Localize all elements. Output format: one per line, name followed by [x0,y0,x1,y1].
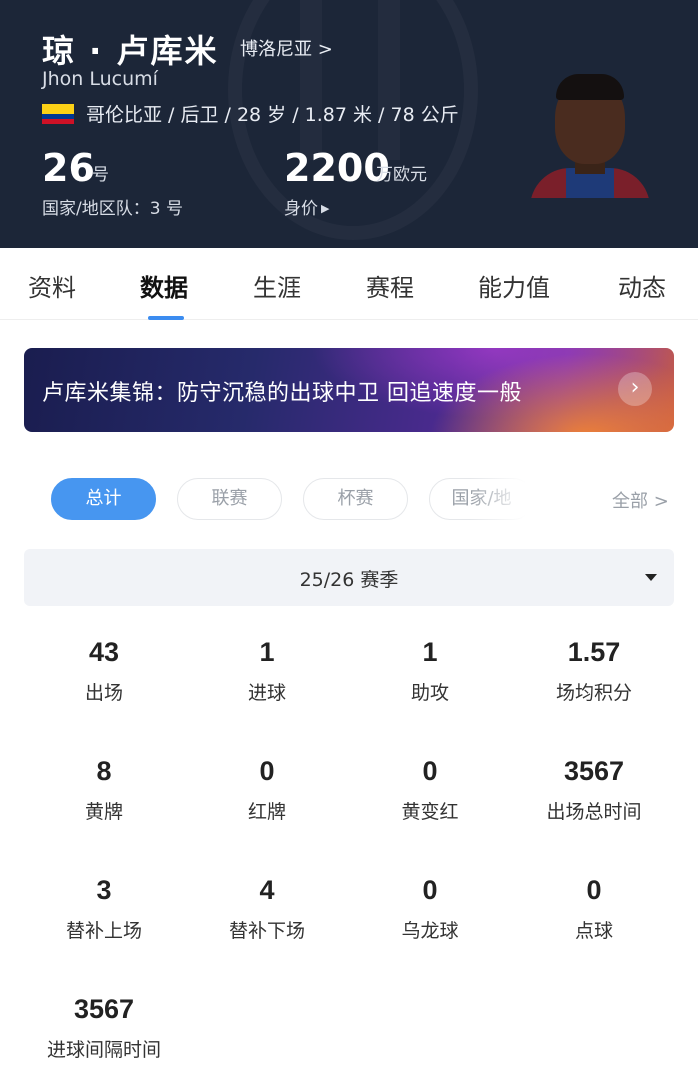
stat-value: 3 [96,875,112,905]
tab-ability[interactable]: 能力值 [478,268,550,303]
banner-text: 卢库米集锦：防守沉稳的出球中卫 回追速度一般 [42,381,522,406]
stat-value: 43 [88,637,120,667]
shirt-number: 26 [42,146,95,190]
market-value: 2200 [284,146,390,190]
player-header: 琼 · 卢库米 博洛尼亚 > Jhon Lucumí 哥伦比亚 / 后卫 / 2… [0,0,698,248]
chip-scroll-fade [470,476,550,522]
shirt-number-unit: 号 [92,165,109,185]
stat-value: 0 [586,875,602,905]
tab-news[interactable]: 动态 [618,268,666,303]
season-selector[interactable]: 25/26 赛季 [24,549,674,606]
season-label: 25/26 赛季 [299,569,399,591]
stat-label: 进球 [247,682,286,704]
stat-value: 0 [422,875,438,905]
stat-label: 黄牌 [84,801,123,823]
club-crest-watermark-stripes [300,0,400,160]
player-avatar [530,64,650,198]
stat-value: 1 [259,637,275,667]
market-value-link[interactable]: 身价 ▶ [284,194,329,219]
stat-label: 进球间隔时间 [46,1039,161,1061]
player-name-english: Jhon Lucumí [42,68,158,90]
stat-sub-on: 3 替补上场 [22,875,186,943]
tab-data[interactable]: 数据 [140,268,188,303]
stat-appearances: 43 出场 [22,637,186,705]
stat-label: 黄变红 [401,801,459,823]
stat-red-cards: 0 红牌 [185,756,349,824]
stat-points-per-game: 1.57 场均积分 [512,637,676,705]
stat-sub-off: 4 替补下场 [185,875,349,943]
highlight-banner[interactable]: 卢库米集锦：防守沉稳的出球中卫 回追速度一般 › [24,348,674,432]
active-tab-indicator [148,316,184,320]
stat-yellow-cards: 8 黄牌 [22,756,186,824]
stat-value: 8 [96,756,112,786]
all-filters-link[interactable]: 全部 > [612,487,669,513]
tab-bar: 资料 数据 生涯 赛程 能力值 动态 [0,248,698,320]
stat-value: 4 [259,875,275,905]
colombia-flag-icon [42,104,74,124]
filter-chip-league[interactable]: 联赛 [177,478,282,520]
stat-label: 替补下场 [228,920,305,942]
stat-value: 1 [422,637,438,667]
national-team-number: 国家/地区队：3 号 [42,199,183,219]
filter-chip-cup[interactable]: 杯赛 [303,478,408,520]
caret-right-icon: ▶ [321,202,330,215]
tab-profile[interactable]: 资料 [28,268,76,303]
stat-value: 0 [259,756,275,786]
stat-value: 3567 [563,756,625,786]
stat-value: 1.57 [567,637,621,667]
stat-second-yellow: 0 黄变红 [348,756,512,824]
player-bio: 哥伦比亚 / 后卫 / 28 岁 / 1.87 米 / 78 公斤 [86,104,459,126]
stat-minutes-played: 3567 出场总时间 [512,756,676,824]
club-link[interactable]: 博洛尼亚 > [240,35,333,61]
stat-label: 点球 [574,920,613,942]
stat-own-goals: 0 乌龙球 [348,875,512,943]
stat-value: 0 [422,756,438,786]
stat-penalties: 0 点球 [512,875,676,943]
filter-chip-total[interactable]: 总计 [51,478,156,520]
player-name: 琼 · 卢库米 [42,32,219,70]
stat-label: 助攻 [410,682,449,704]
stat-assists: 1 助攻 [348,637,512,705]
tab-schedule[interactable]: 赛程 [366,268,414,303]
stat-label: 乌龙球 [401,920,459,942]
chevron-right-icon[interactable]: › [618,372,652,406]
caret-down-icon [645,574,657,581]
stat-label: 红牌 [247,801,286,823]
stat-label: 替补上场 [65,920,142,942]
stat-goal-interval: 3567 进球间隔时间 [22,994,186,1062]
tab-career[interactable]: 生涯 [253,268,301,303]
stat-value: 3567 [73,994,135,1024]
stat-goals: 1 进球 [185,637,349,705]
market-value-unit: 万欧元 [376,165,427,185]
avatar-hair [556,74,624,100]
stat-label: 出场 [84,682,123,704]
market-value-label: 身价 [284,199,318,219]
stat-label: 出场总时间 [546,801,642,823]
stat-label: 场均积分 [555,682,632,704]
